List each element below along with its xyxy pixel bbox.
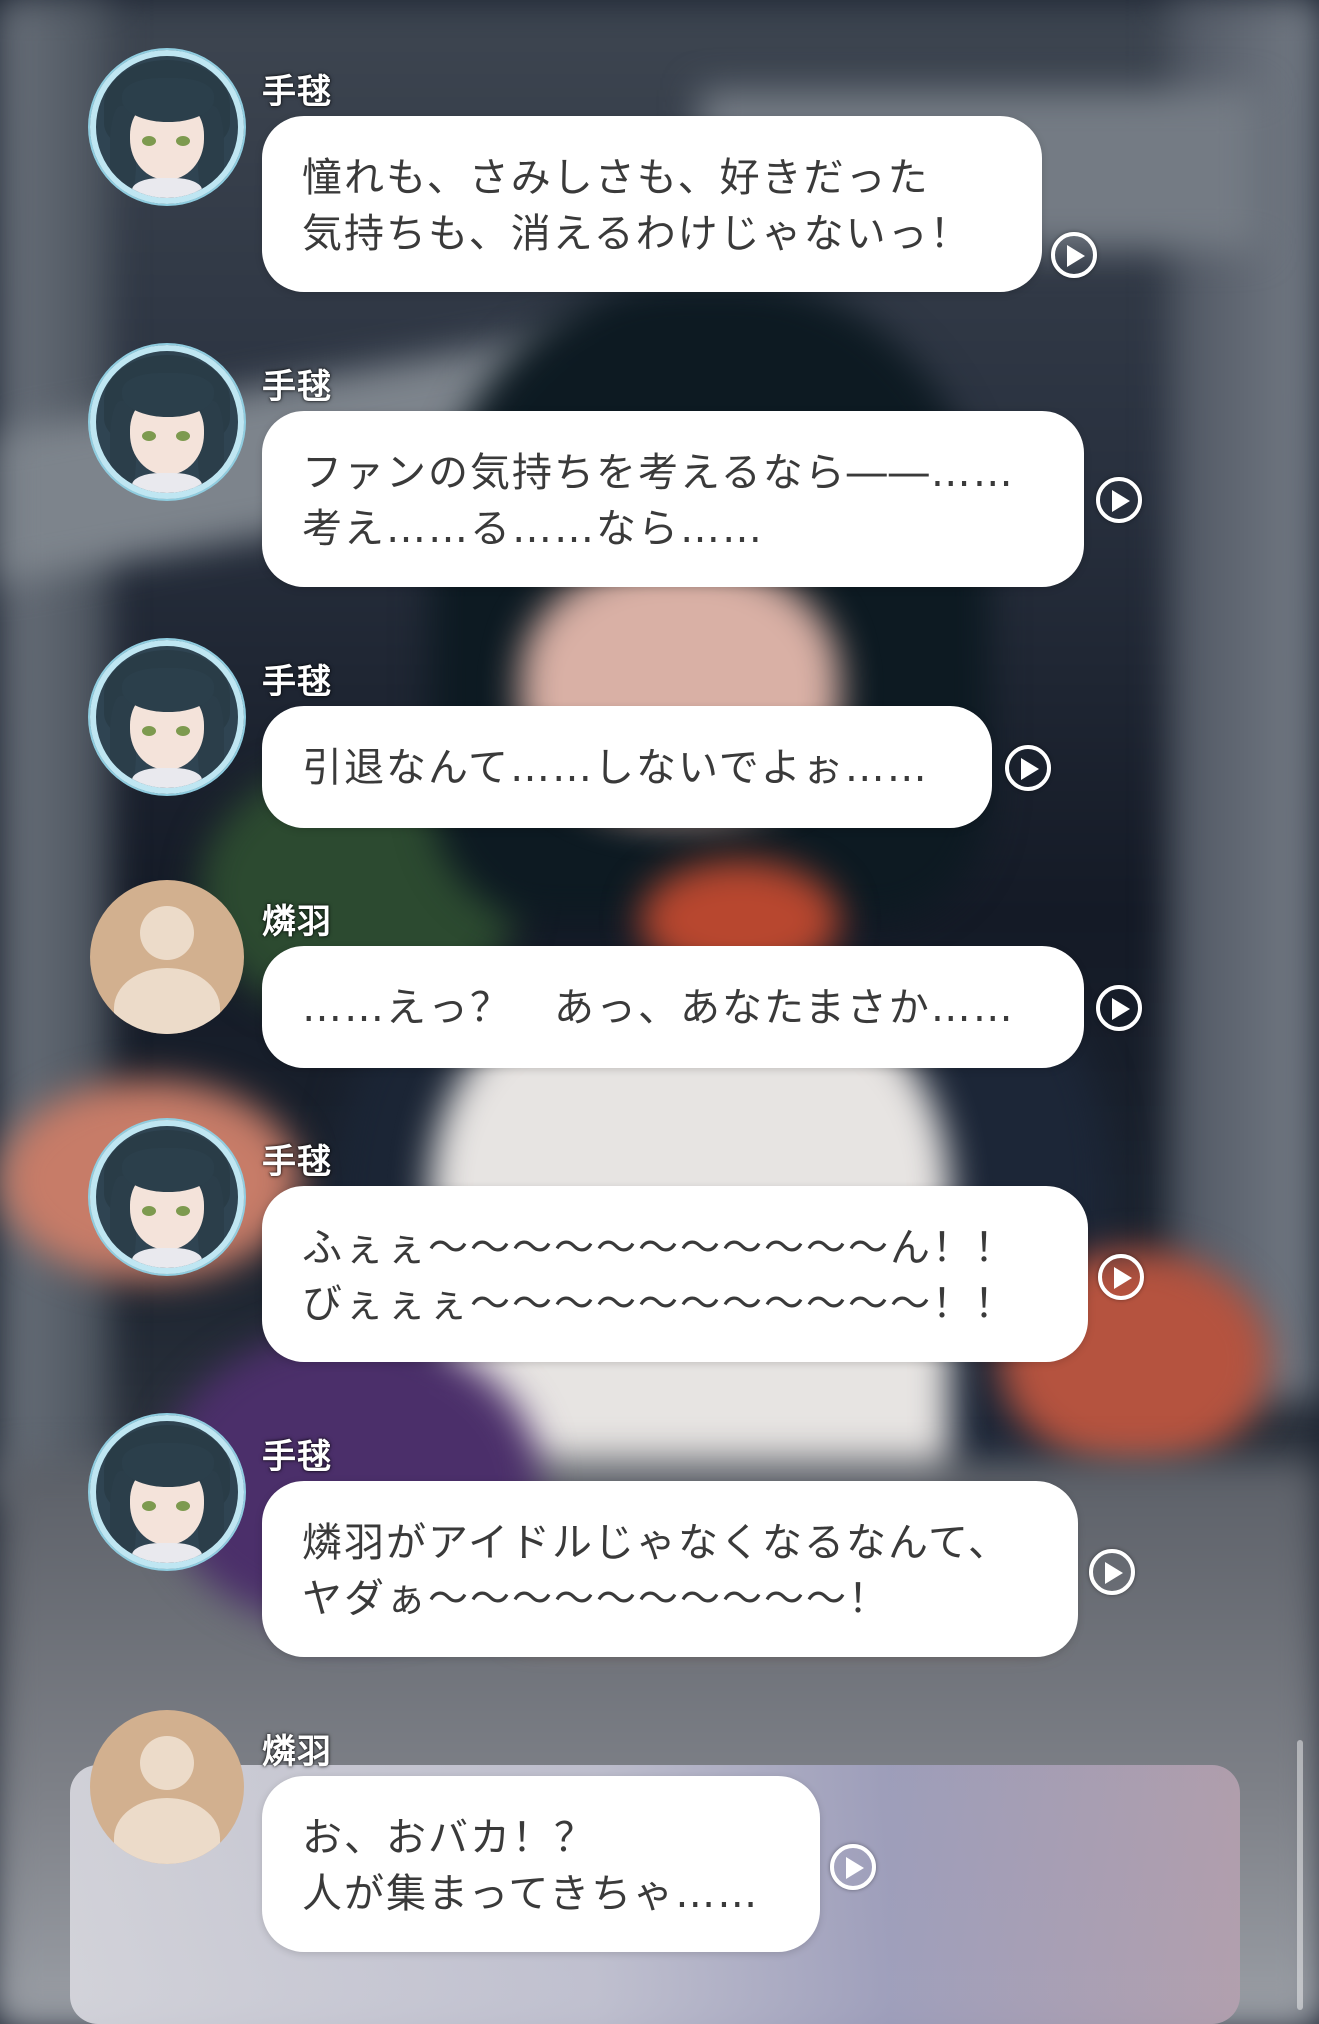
speaker-name: 手毬 — [262, 1437, 332, 1477]
scrollbar[interactable] — [1297, 1740, 1303, 2010]
message-bubble: 燐羽がアイドルじゃなくなるなんて、 ヤダぁ～～～～～～～～～～！ — [262, 1481, 1078, 1657]
message-bubble: ふぇぇ～～～～～～～～～～～ん！！ びぇぇぇ～～～～～～～～～～～！！ — [262, 1186, 1088, 1362]
play-voice-icon[interactable] — [1098, 1254, 1144, 1300]
character-avatar-icon — [90, 640, 244, 794]
speaker-name: 手毬 — [262, 72, 332, 112]
message-bubble: ファンの気持ちを考えるなら――…… 考え……る……なら…… — [262, 411, 1084, 587]
play-voice-icon[interactable] — [1096, 477, 1142, 523]
speaker-name: 手毬 — [262, 367, 332, 407]
play-voice-icon[interactable] — [1051, 232, 1097, 278]
speaker-name: 燐羽 — [262, 902, 332, 942]
speaker-name: 手毬 — [262, 662, 332, 702]
message-bubble: ……えっ？ あっ、あなたまさか…… — [262, 946, 1084, 1068]
play-voice-icon[interactable] — [1005, 745, 1051, 791]
play-voice-icon[interactable] — [1096, 985, 1142, 1031]
speaker-name: 燐羽 — [262, 1732, 332, 1772]
character-avatar-icon — [90, 345, 244, 499]
character-avatar-icon — [90, 1120, 244, 1274]
play-voice-icon[interactable] — [830, 1844, 876, 1890]
speaker-name: 手毬 — [262, 1142, 332, 1182]
message-bubble: お、おバカ！？ 人が集まってきちゃ…… — [262, 1776, 820, 1952]
message-bubble: 憧れも、さみしさも、好きだった 気持ちも、消えるわけじゃないっ！ — [262, 116, 1042, 292]
message-bubble: 引退なんて……しないでよぉ…… — [262, 706, 992, 828]
character-avatar-icon — [90, 50, 244, 204]
play-voice-icon[interactable] — [1089, 1549, 1135, 1595]
placeholder-avatar-icon — [90, 1710, 244, 1864]
placeholder-avatar-icon — [90, 880, 244, 1034]
character-avatar-icon — [90, 1415, 244, 1569]
